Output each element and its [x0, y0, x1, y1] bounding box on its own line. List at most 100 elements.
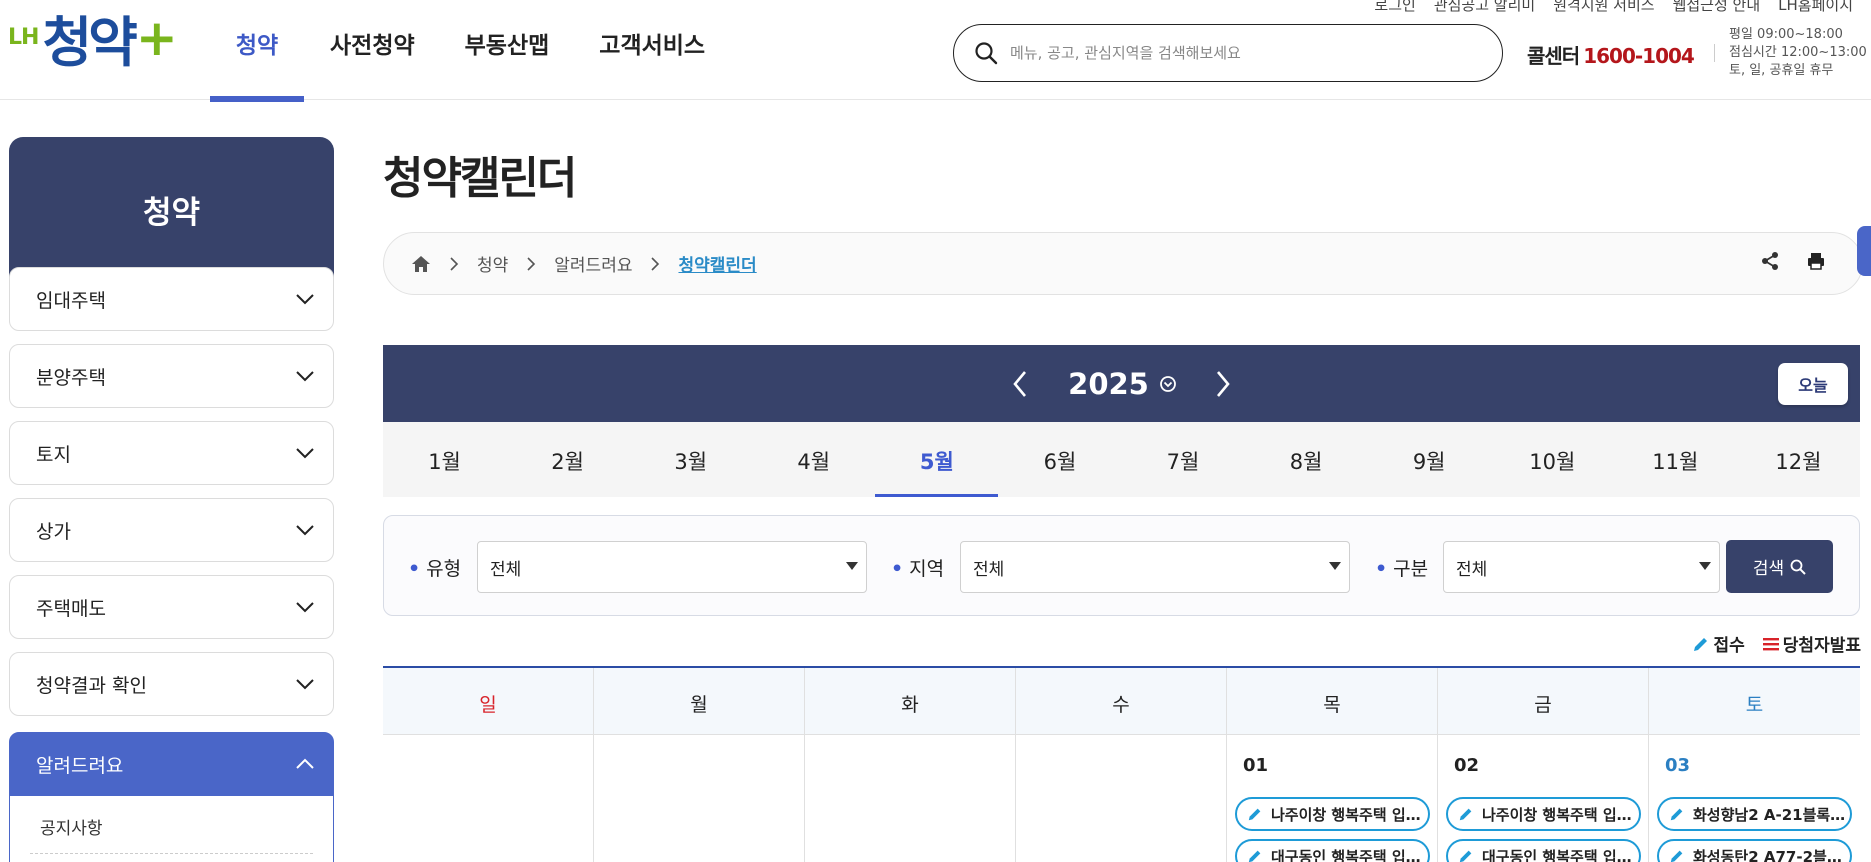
login-link[interactable]: 로그인: [1374, 0, 1415, 15]
type-select-value: 전체: [490, 560, 522, 580]
share-icon[interactable]: [1760, 251, 1780, 271]
calendar-cell-empty: [1016, 735, 1227, 862]
divider: [1714, 44, 1715, 62]
chevron-down-icon: [296, 371, 314, 382]
month-tab[interactable]: 10월: [1491, 422, 1614, 497]
region-select[interactable]: 전체: [960, 541, 1350, 593]
type-label: • 유형: [408, 558, 462, 580]
header-search[interactable]: [953, 24, 1503, 82]
today-button[interactable]: 오늘: [1778, 363, 1848, 405]
side-nav-item-notice[interactable]: 알려드려요: [9, 732, 334, 796]
side-nav-item-house-sale[interactable]: 주택매도: [9, 575, 334, 639]
year-dropdown-icon[interactable]: [1159, 375, 1177, 393]
year-label[interactable]: 2025: [1068, 367, 1149, 401]
event-chip[interactable]: 나주이창 행복주택 입주자 모집: [1235, 797, 1430, 831]
side-nav-item-result[interactable]: 청약결과 확인: [9, 652, 334, 716]
side-nav-item-rental[interactable]: 임대주택: [9, 267, 334, 331]
search-input[interactable]: [1010, 44, 1470, 62]
category-select[interactable]: 전체: [1443, 541, 1720, 593]
event-title: 나주이창 행복주택 입주자 모집: [1271, 805, 1428, 824]
lh-logo[interactable]: LH 청약 +: [8, 8, 178, 78]
home-icon[interactable]: [411, 255, 431, 273]
calendar-grid: 일 월 화 수 목 금 토 01 나주이창 행복주택 입주자 모집 대구동인 행…: [383, 666, 1860, 862]
weekday-header: 일 월 화 수 목 금 토: [383, 668, 1860, 735]
event-title: 화성향남2 A-21블록 입주자 모집: [1693, 805, 1850, 824]
side-nav-item-sale[interactable]: 분양주택: [9, 344, 334, 408]
gnb-item-realestate-map[interactable]: 부동산맵: [465, 0, 550, 100]
lh-homepage-link[interactable]: LH홈페이지: [1778, 0, 1853, 15]
month-tab[interactable]: 3월: [629, 422, 752, 497]
event-title: 화성동탄2 A77-2블록 입주자 모집: [1693, 847, 1850, 862]
chevron-down-icon: [296, 602, 314, 613]
logo-lh-text: LH: [8, 25, 39, 50]
event-chip[interactable]: 대구동인 행복주택 입주자 모집: [1446, 839, 1641, 862]
remote-support-link[interactable]: 원격지원 서비스: [1553, 0, 1654, 15]
month-tab[interactable]: 7월: [1121, 422, 1244, 497]
weekday-tue: 화: [805, 668, 1016, 734]
month-tab[interactable]: 4월: [752, 422, 875, 497]
side-nav-item-label: 주택매도: [36, 597, 106, 620]
month-tab[interactable]: 6월: [998, 422, 1121, 497]
next-year-icon[interactable]: [1215, 370, 1231, 398]
calendar-legend: 접수 당첨자발표: [1674, 631, 1861, 656]
gnb-item-pre-subscription[interactable]: 사전청약: [330, 0, 415, 100]
month-tab[interactable]: 11월: [1614, 422, 1737, 497]
month-tab[interactable]: 9월: [1368, 422, 1491, 497]
side-nav-item-label: 임대주택: [36, 289, 106, 312]
month-tab[interactable]: 2월: [506, 422, 629, 497]
event-title: 대구동인 행복주택 입주자 모집: [1271, 847, 1428, 862]
notice-alert-link[interactable]: 관심공고 알리미: [1434, 0, 1535, 15]
breadcrumb-item[interactable]: 청약: [477, 251, 508, 276]
global-nav: 청약 사전청약 부동산맵 고객서비스: [210, 0, 755, 102]
calendar-cell-empty: [805, 735, 1016, 862]
side-nav-sub-item-announcements[interactable]: 공지사항: [30, 796, 313, 854]
dropdown-arrow-icon: [1699, 562, 1711, 570]
print-icon[interactable]: [1806, 251, 1826, 271]
side-nav-item-shop[interactable]: 상가: [9, 498, 334, 562]
gnb-item-subscription[interactable]: 청약: [210, 0, 304, 102]
event-chip[interactable]: 화성동탄2 A77-2블록 입주자 모집: [1657, 839, 1852, 862]
event-chip[interactable]: 나주이창 행복주택 입주자 모집: [1446, 797, 1641, 831]
type-select[interactable]: 전체: [477, 541, 867, 593]
search-button-label: 검색: [1752, 559, 1785, 579]
region-select-value: 전체: [973, 560, 1005, 580]
breadcrumb-current[interactable]: 청약캘린더: [678, 251, 756, 276]
side-nav-item-land[interactable]: 토지: [9, 421, 334, 485]
side-nav-item-label: 분양주택: [36, 366, 106, 389]
weekday-sun: 일: [383, 668, 594, 734]
weekday-mon: 월: [594, 668, 805, 734]
quick-menu-tab[interactable]: [1857, 226, 1871, 276]
chevron-down-icon: [296, 679, 314, 690]
pencil-icon: [1670, 808, 1683, 821]
hours-weekday: 평일 09:00~18:00: [1729, 27, 1843, 42]
side-nav-item-label: 상가: [36, 520, 71, 543]
accessibility-link[interactable]: 웹접근성 안내: [1673, 0, 1761, 15]
calendar-cell-thu: 01 나주이창 행복주택 입주자 모집 대구동인 행복주택 입주자 모집: [1227, 735, 1438, 862]
event-chip[interactable]: 화성향남2 A-21블록 입주자 모집: [1657, 797, 1852, 831]
search-icon: [975, 42, 998, 65]
gnb-item-customer-service[interactable]: 고객서비스: [599, 0, 705, 100]
day-number: 01: [1243, 755, 1269, 776]
dropdown-arrow-icon: [846, 562, 858, 570]
breadcrumb-item[interactable]: 알려드려요: [554, 251, 632, 276]
filter-search-button[interactable]: 검색: [1726, 540, 1833, 593]
calendar-cell-sat: 03 화성향남2 A-21블록 입주자 모집 화성동탄2 A77-2블록 입주자…: [1649, 735, 1860, 862]
event-title: 대구동인 행복주택 입주자 모집: [1482, 847, 1639, 862]
month-tab-selected[interactable]: 5월: [875, 422, 999, 497]
calendar-cell-empty: [594, 735, 805, 862]
chevron-down-icon: [296, 294, 314, 305]
month-tab[interactable]: 12월: [1737, 422, 1860, 497]
prev-year-icon[interactable]: [1012, 370, 1028, 398]
month-tab[interactable]: 1월: [383, 422, 506, 497]
pencil-icon: [1459, 850, 1472, 862]
side-nav-item-label: 토지: [36, 443, 71, 466]
page-title: 청약캘린더: [383, 153, 577, 204]
event-chip[interactable]: 대구동인 행복주택 입주자 모집: [1235, 839, 1430, 862]
chevron-down-icon: [296, 525, 314, 536]
side-nav-item-label: 청약결과 확인: [36, 674, 147, 697]
month-tab[interactable]: 8월: [1245, 422, 1368, 497]
weekday-fri: 금: [1438, 668, 1649, 734]
side-nav-title: 청약: [9, 137, 334, 281]
callcenter-number: 1600-1004: [1583, 44, 1695, 68]
utility-links: 로그인 관심공고 알리미 원격지원 서비스 웹접근성 안내 LH홈페이지: [1356, 0, 1853, 15]
